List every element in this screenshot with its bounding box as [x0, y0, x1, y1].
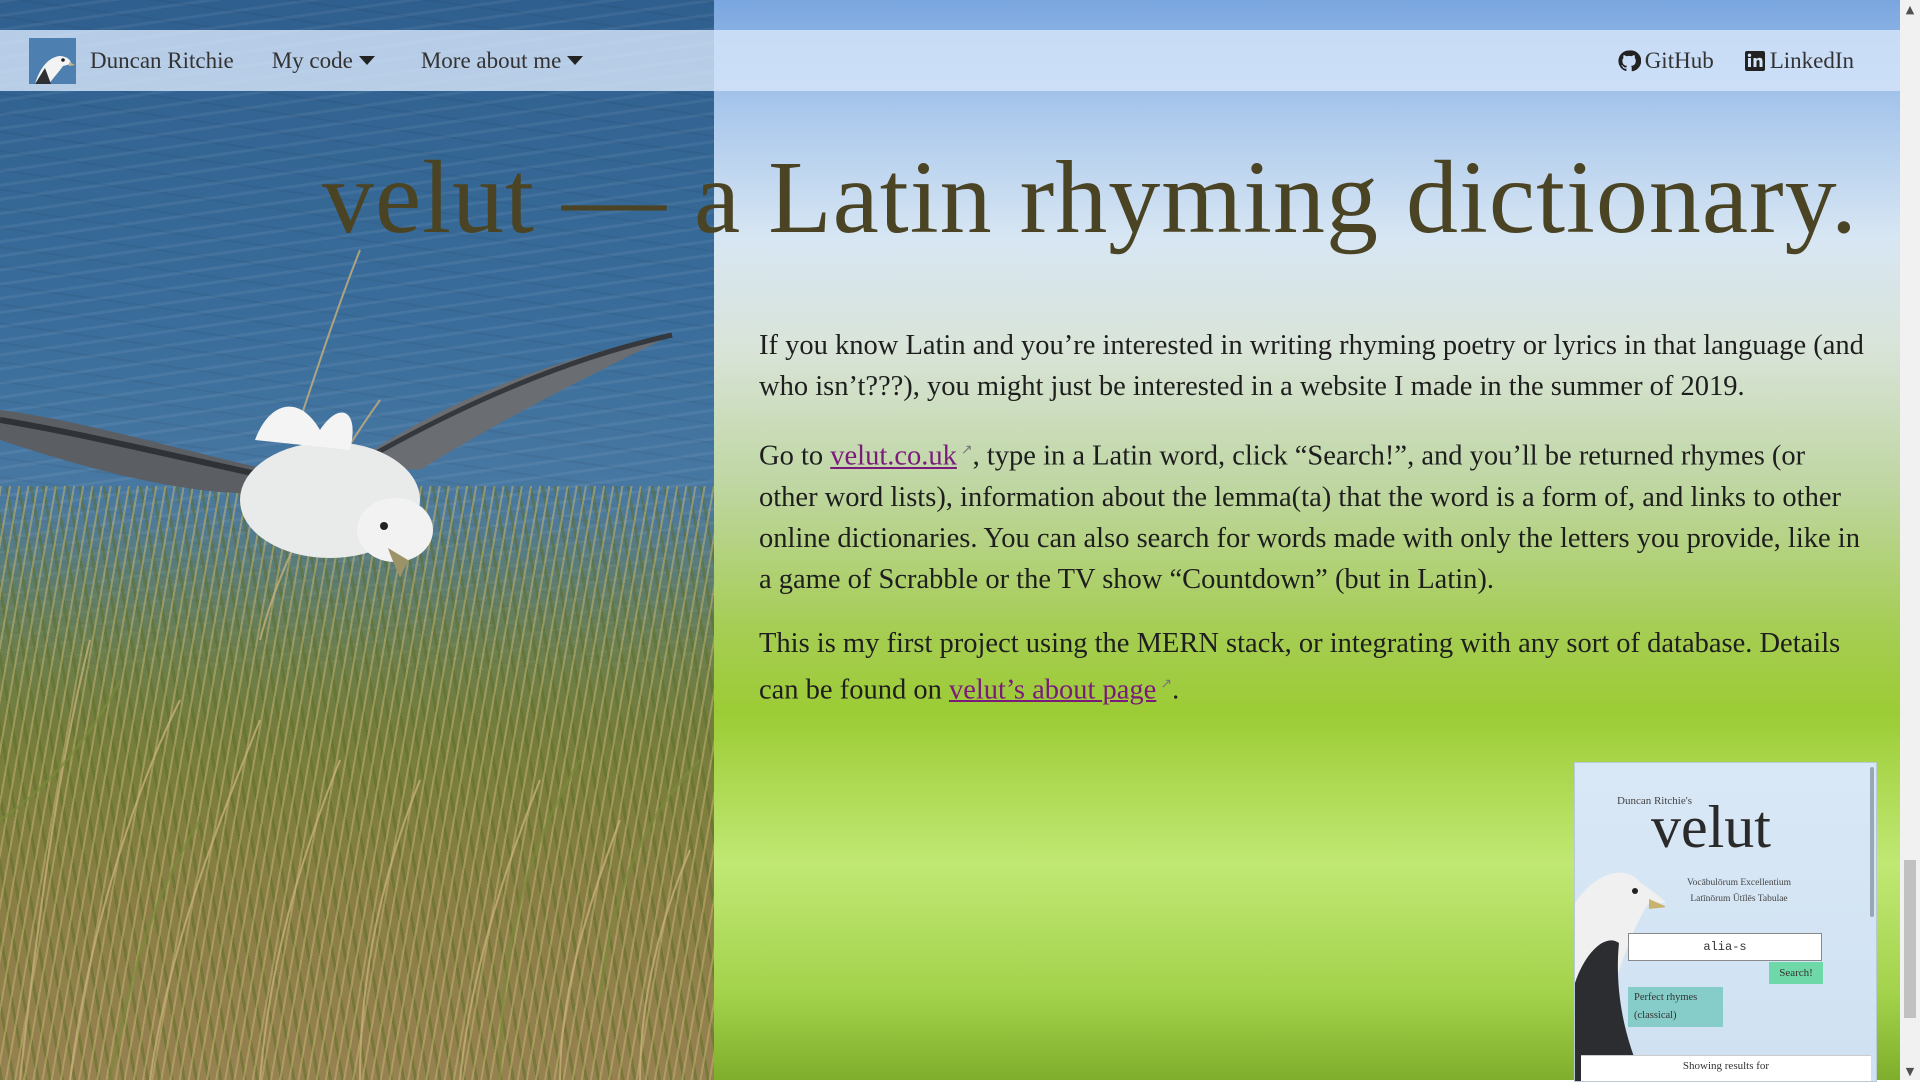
my-code-dropdown[interactable]: My code — [272, 48, 375, 74]
page-scrollbar[interactable]: ▲ ▼ — [1900, 0, 1920, 1080]
thumbnail-subtitle-line-1: Vocābulōrum Excellentium — [1686, 878, 1792, 888]
thumbnail-search-button: Search! — [1769, 962, 1823, 984]
github-icon — [1618, 49, 1641, 71]
more-about-me-dropdown[interactable]: More about me — [421, 48, 584, 74]
thumbnail-perfect-rhymes-line-1: Perfect rhymes — [1634, 992, 1698, 1003]
usage-text-start: Go to — [759, 440, 831, 472]
github-label: GitHub — [1644, 47, 1714, 73]
thumbnail-search-input: alia-s — [1628, 933, 1822, 961]
velut-site-link[interactable]: velut.co.uk — [830, 441, 957, 472]
details-paragraph: This is my first project using the MERN … — [759, 623, 1869, 711]
external-link-icon: ↗ — [1160, 676, 1173, 692]
more-about-me-label: More about me — [420, 47, 562, 73]
external-link-icon: ↗ — [960, 443, 973, 458]
thumbnail-subtitle-line-2: Latīnōrum Ūtīlēs Tabulae — [1690, 894, 1788, 904]
fulmar-thumbnail-icon — [1575, 872, 1665, 1081]
linkedin-label: LinkedIn — [1769, 47, 1854, 73]
thumbnail-title: velut — [1651, 794, 1771, 860]
velut-about-link[interactable]: velut’s about page — [949, 674, 1156, 705]
my-code-label: My code — [271, 47, 353, 73]
intro-paragraph: If you know Latin and you’re interested … — [759, 330, 1864, 402]
github-link[interactable]: GitHub — [1617, 48, 1714, 74]
thumbnail-scrollbar — [1870, 767, 1874, 917]
details-text-start: This is my first project using the MERN … — [759, 627, 1841, 706]
details-text-end: . — [1172, 674, 1180, 705]
scroll-down-arrow-icon[interactable]: ▼ — [1900, 1062, 1920, 1080]
caret-down-icon — [358, 56, 375, 65]
linkedin-link[interactable]: LinkedIn — [1744, 48, 1854, 74]
thumbnail-subtitle: Vocābulōrum Excellentium Latīnōrum Ūtīlē… — [1669, 875, 1809, 907]
navbar: Duncan Ritchie My code More about me Git… — [0, 30, 1900, 91]
usage-paragraph: Go to velut.co.uk ↗, type in a Latin word… — [759, 430, 1869, 600]
thumbnail-results-text: Showing results for — [1581, 1055, 1871, 1081]
velut-screenshot-thumbnail[interactable]: Duncan Ritchie's velut Vocābulōrum Excel… — [1574, 762, 1877, 1082]
nav-right-links: GitHub LinkedIn — [1617, 48, 1854, 74]
brand-name-link[interactable]: Duncan Ritchie — [90, 48, 234, 74]
page-title: velut — a Latin rhyming dictionary. — [322, 140, 1858, 255]
linkedin-icon — [1744, 50, 1765, 71]
thumbnail-perfect-rhymes: Perfect rhymes (classical) — [1628, 987, 1723, 1027]
caret-down-icon — [567, 56, 584, 65]
scrollbar-thumb[interactable] — [1904, 860, 1916, 1018]
main-content: If you know Latin and you’re interested … — [759, 325, 1869, 733]
scroll-up-arrow-icon[interactable]: ▲ — [1900, 0, 1920, 18]
thumbnail-perfect-rhymes-line-2: (classical) — [1634, 1010, 1677, 1021]
fulmar-logo-icon[interactable] — [29, 37, 76, 84]
